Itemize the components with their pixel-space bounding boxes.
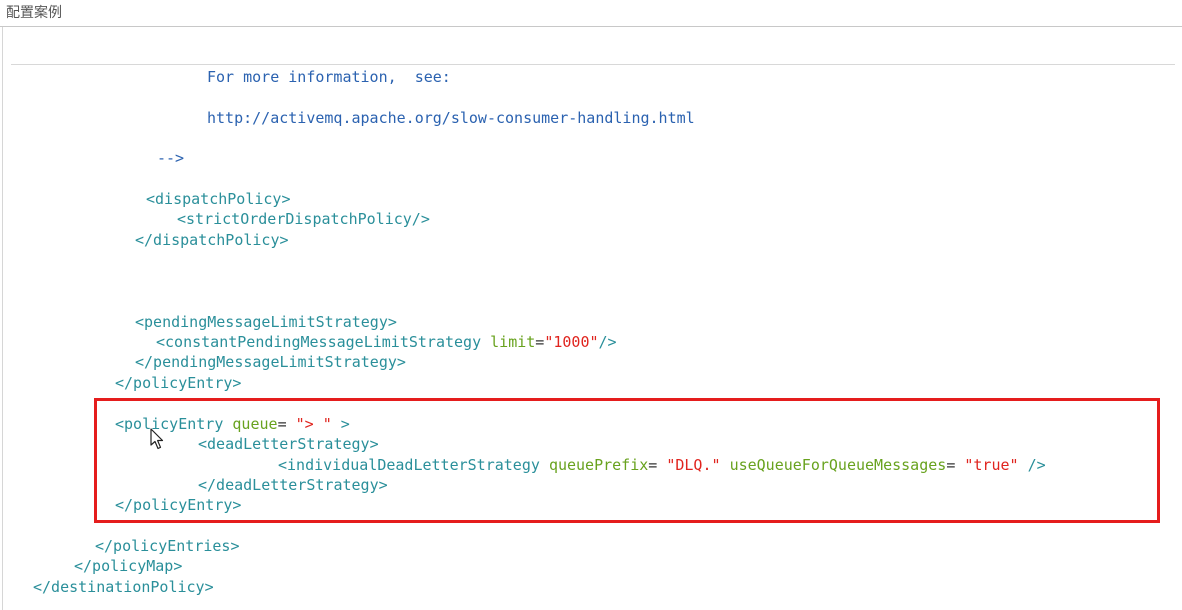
mouse-pointer-icon <box>150 428 164 450</box>
left-border <box>2 27 3 610</box>
limit-value: "1000" <box>544 333 599 351</box>
comment-end-line: --> <box>157 149 185 167</box>
constant-pending-close: /> <box>598 333 617 351</box>
policy-entries-close-tag: </policyEntries> <box>95 537 240 555</box>
policy-map-close-tag: </policyMap> <box>74 557 183 575</box>
strict-order-dispatch-tag: <strictOrderDispatchPolicy/> <box>177 210 430 228</box>
destination-policy-close-tag: </destinationPolicy> <box>33 578 214 596</box>
dispatch-policy-open-tag: <dispatchPolicy> <box>146 190 291 208</box>
comment-url-line: http://activemq.apache.org/slow-consumer… <box>207 109 695 127</box>
content-divider <box>11 64 1175 65</box>
policy-entry-close-tag: </policyEntry> <box>115 374 242 392</box>
dispatch-policy-close-tag: </dispatchPolicy> <box>135 231 289 249</box>
limit-eq: = <box>535 333 545 351</box>
constant-pending-tag: <constantPendingMessageLimitStrategy <box>156 333 482 351</box>
page-title: 配置案例 <box>6 5 62 21</box>
title-divider <box>0 26 1182 27</box>
pending-limit-close-tag: </pendingMessageLimitStrategy> <box>135 353 406 371</box>
highlight-box <box>94 398 1160 523</box>
pending-limit-open-tag: <pendingMessageLimitStrategy> <box>135 313 397 331</box>
limit-attr: limit <box>490 333 536 351</box>
constant-pending-line: <constantPendingMessageLimitStrategy lim… <box>156 332 617 352</box>
comment-line: For more information, see: <box>207 68 451 86</box>
